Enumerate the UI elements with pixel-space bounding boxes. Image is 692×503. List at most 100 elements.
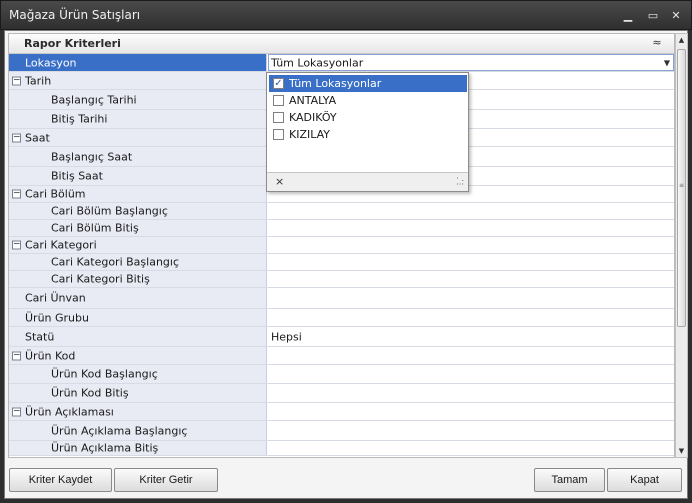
row-label: Bitiş Saat — [51, 169, 103, 183]
row-label: Ürün Kod — [25, 349, 76, 362]
checkbox[interactable] — [273, 129, 284, 140]
row-label: Başlangıç Saat — [51, 150, 133, 163]
dropdown-item-label: Tüm Lokasyonlar — [289, 77, 382, 90]
row-label: Cari Kategori Başlangıç — [51, 255, 179, 269]
property-row[interactable]: Cari Kategori Bitiş — [9, 271, 674, 288]
row-gutter — [9, 271, 22, 287]
row-label: Ürün Kod Başlangıç — [51, 367, 158, 381]
row-label: Ürün Kod Bitiş — [51, 386, 129, 400]
close-icon[interactable]: ✕ — [669, 9, 683, 23]
row-gutter — [9, 327, 22, 346]
row-gutter — [9, 365, 22, 383]
dropdown-item[interactable]: KIZILAY — [269, 126, 467, 143]
dropdown-item[interactable]: KADIKÖY — [269, 109, 467, 126]
collapse-icon[interactable]: − — [12, 189, 21, 199]
grip-icon: ≡ — [679, 182, 685, 189]
dropdown-item[interactable]: ANTALYA — [269, 92, 467, 109]
property-row[interactable]: − Cari Kategori — [9, 237, 674, 254]
row-gutter — [9, 309, 22, 326]
row-label: Statü — [25, 330, 55, 343]
close-button[interactable]: Kapat — [607, 468, 682, 492]
row-value: Tüm Lokasyonlar — [271, 56, 364, 69]
row-label-cell — [9, 167, 267, 185]
row-label-cell — [9, 384, 267, 402]
row-gutter — [9, 90, 22, 109]
row-gutter — [9, 254, 22, 270]
chevron-down-icon[interactable]: ▼ — [664, 58, 670, 67]
row-label: Ürün Açıklama Bitiş — [51, 441, 159, 455]
row-label: Cari Bölüm Bitiş — [51, 221, 139, 235]
scroll-up-icon[interactable]: ▲ — [676, 34, 687, 46]
dropdown-item-label: KADIKÖY — [289, 111, 337, 124]
row-label: Lokasyon — [25, 56, 77, 69]
row-label: Cari Bölüm Başlangıç — [51, 204, 168, 218]
ok-button[interactable]: Tamam — [534, 468, 605, 492]
row-label: Cari Kategori Bitiş — [51, 272, 150, 286]
collapse-icon[interactable]: − — [12, 351, 21, 360]
property-row[interactable]: Cari Kategori Başlangıç — [9, 254, 674, 271]
dropdown-item[interactable]: ✓ Tüm Lokasyonlar — [269, 75, 467, 92]
title-bar: Mağaza Ürün Satışları ▁ ▭ ✕ — [0, 0, 692, 30]
checkbox[interactable] — [273, 95, 284, 106]
minimize-icon[interactable]: ▁ — [621, 9, 635, 23]
row-gutter — [9, 203, 22, 219]
property-row[interactable]: Statü Hepsi — [9, 327, 674, 347]
row-gutter — [9, 220, 22, 236]
row-value[interactable]: Hepsi — [271, 330, 302, 343]
property-row[interactable]: − Ürün Açıklaması — [9, 403, 674, 421]
property-row[interactable]: − Ürün Kod — [9, 347, 674, 365]
row-label-cell — [9, 110, 267, 128]
row-gutter — [9, 147, 22, 166]
row-label: Bitiş Tarihi — [51, 112, 108, 126]
location-dropdown: ✓ Tüm Lokasyonlar ANTALYA KADIKÖY KIZILAY × … — [266, 72, 469, 192]
property-row[interactable]: Ürün Açıklama Bitiş — [9, 441, 674, 456]
row-gutter — [9, 288, 22, 308]
scroll-thumb[interactable]: ≡ — [677, 49, 686, 327]
property-row[interactable]: Cari Bölüm Bitiş — [9, 220, 674, 237]
collapse-icon[interactable]: − — [12, 76, 21, 85]
maximize-icon[interactable]: ▭ — [646, 9, 660, 23]
collapse-icon[interactable]: − — [12, 240, 21, 250]
load-criteria-button[interactable]: Kriter Getir — [114, 468, 218, 492]
property-row[interactable]: Ürün Açıklama Başlangıç — [9, 421, 674, 441]
scroll-down-icon[interactable]: ▼ — [676, 445, 687, 457]
dropdown-item-label: ANTALYA — [289, 94, 337, 107]
category-header[interactable]: Rapor Kriterleri ≈ — [9, 34, 674, 54]
location-combo[interactable]: Tüm Lokasyonlar ▼ — [268, 54, 674, 71]
row-label: Ürün Açıklaması — [25, 405, 114, 418]
dropdown-item-label: KIZILAY — [289, 128, 331, 141]
property-row[interactable]: Ürün Kod Başlangıç — [9, 365, 674, 384]
dropdown-footer: × · . ··· — [267, 172, 468, 191]
checkbox[interactable]: ✓ — [273, 78, 284, 89]
row-label: Başlangıç Tarihi — [51, 93, 137, 106]
checkbox[interactable] — [273, 112, 284, 123]
window-title: Mağaza Ürün Satışları — [9, 8, 141, 22]
row-label: Cari Kategori — [25, 238, 97, 252]
vertical-scrollbar[interactable]: ▲ ≡ ▼ — [675, 33, 688, 458]
clear-icon[interactable]: × — [275, 175, 284, 188]
property-row[interactable]: Cari Bölüm Başlangıç — [9, 203, 674, 220]
row-label: Saat — [25, 131, 50, 144]
category-title: Rapor Kriterleri — [24, 37, 121, 50]
row-gutter — [9, 421, 22, 440]
collapse-icon[interactable]: − — [12, 407, 21, 416]
property-row[interactable]: Ürün Kod Bitiş — [9, 384, 674, 403]
row-gutter — [9, 441, 22, 455]
save-criteria-button[interactable]: Kriter Kaydet — [9, 468, 112, 492]
row-label: Ürün Grubu — [25, 311, 89, 324]
row-gutter — [9, 384, 22, 402]
collapse-icon[interactable]: − — [12, 133, 21, 142]
row-label: Ürün Açıklama Başlangıç — [51, 424, 188, 437]
property-row[interactable]: Cari Ünvan — [9, 288, 674, 309]
row-gutter — [9, 167, 22, 185]
row-label-cell — [9, 90, 267, 109]
row-gutter — [9, 110, 22, 128]
collapse-category-icon[interactable]: ≈ — [650, 36, 664, 50]
property-row[interactable]: Lokasyon Tüm Lokasyonlar ▼ — [9, 54, 674, 72]
row-label: Tarih — [25, 74, 52, 87]
property-row[interactable]: Ürün Grubu — [9, 309, 674, 327]
row-label: Cari Bölüm — [25, 187, 86, 201]
row-label-cell — [9, 147, 267, 166]
resize-grip-icon[interactable]: · . ··· — [456, 175, 464, 189]
row-label: Cari Ünvan — [25, 291, 86, 305]
